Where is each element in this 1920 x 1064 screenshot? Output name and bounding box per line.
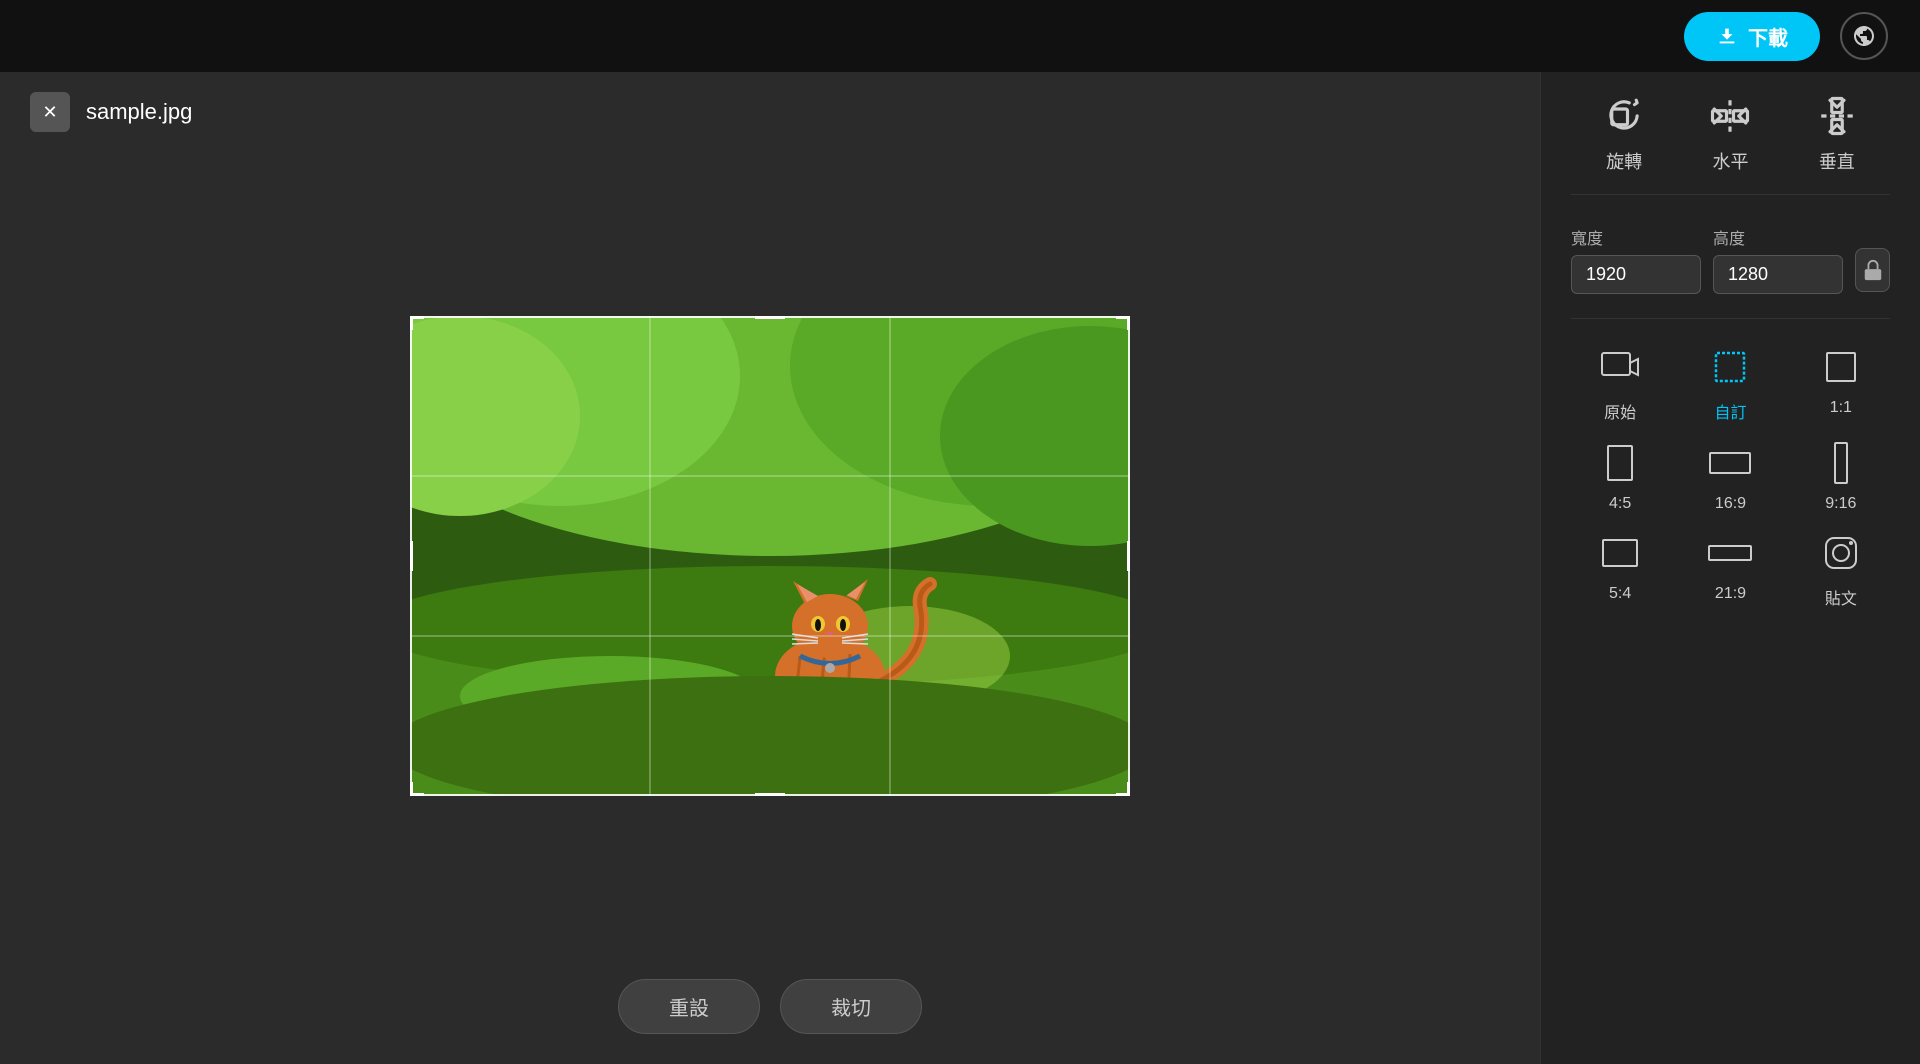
lock-icon [1862, 259, 1884, 281]
vertical-flip-tool[interactable]: 垂直 [1813, 92, 1861, 174]
ratio-16-9-icon [1706, 439, 1754, 487]
divider [1571, 318, 1890, 319]
ratio-5-4[interactable]: 5:4 [1571, 529, 1669, 609]
handle-bottom-mid[interactable] [755, 788, 785, 796]
rotate-icon [1600, 92, 1648, 140]
right-panel: 旋轉 水平 [1540, 72, 1920, 1064]
bottom-buttons: 重設 裁切 [30, 959, 1510, 1044]
globe-icon [1852, 24, 1876, 48]
lock-ratio-button[interactable] [1855, 248, 1890, 292]
handle-top-left[interactable] [410, 316, 424, 330]
download-icon [1716, 25, 1738, 47]
ratio-custom-icon [1706, 343, 1754, 391]
crop-button[interactable]: 裁切 [780, 979, 922, 1034]
ratio-21-9-icon [1706, 529, 1754, 577]
ratio-16-9[interactable]: 16:9 [1681, 439, 1779, 513]
left-panel: ✕ sample.jpg [0, 72, 1540, 1064]
image-scene [410, 316, 1130, 796]
language-button[interactable] [1840, 12, 1888, 60]
ratio-custom[interactable]: 自訂 [1681, 343, 1779, 423]
width-input[interactable] [1571, 255, 1701, 294]
dimensions-row: 寬度 高度 [1571, 225, 1890, 294]
ratio-original-icon [1596, 343, 1644, 391]
handle-bottom-right[interactable] [1116, 782, 1130, 796]
vertical-flip-icon [1813, 92, 1861, 140]
ratio-original[interactable]: 原始 [1571, 343, 1669, 423]
rotate-tool[interactable]: 旋轉 [1600, 92, 1648, 174]
ratio-9-16[interactable]: 9:16 [1792, 439, 1890, 513]
width-label: 寬度 [1571, 225, 1701, 249]
ratio-4-5-icon [1596, 439, 1644, 487]
crop-container[interactable] [410, 316, 1130, 796]
horizontal-flip-icon [1706, 92, 1754, 140]
horizontal-flip-tool[interactable]: 水平 [1706, 92, 1754, 174]
handle-top-mid[interactable] [755, 316, 785, 324]
filename-label: sample.jpg [86, 99, 192, 125]
ratio-4-5[interactable]: 4:5 [1571, 439, 1669, 513]
ratio-post-icon [1817, 529, 1865, 577]
file-header: ✕ sample.jpg [30, 92, 1510, 132]
reset-button[interactable]: 重設 [618, 979, 760, 1034]
height-label: 高度 [1713, 225, 1843, 249]
image-svg [410, 316, 1130, 796]
handle-top-right[interactable] [1116, 316, 1130, 330]
ratio-9-16-icon [1817, 439, 1865, 487]
handle-left-mid[interactable] [410, 541, 418, 571]
handle-bottom-left[interactable] [410, 782, 424, 796]
ratio-1-1[interactable]: 1:1 [1792, 343, 1890, 423]
ratio-1-1-icon [1817, 343, 1865, 391]
main-content: ✕ sample.jpg [0, 72, 1920, 1064]
crop-area [30, 152, 1510, 959]
height-input[interactable] [1713, 255, 1843, 294]
height-group: 高度 [1713, 225, 1843, 294]
handle-right-mid[interactable] [1122, 541, 1130, 571]
tools-row: 旋轉 水平 [1571, 92, 1890, 195]
ratio-post[interactable]: 貼文 [1792, 529, 1890, 609]
ratio-grid: 原始 自訂 1:1 [1571, 343, 1890, 609]
download-button[interactable]: 下載 [1684, 12, 1820, 61]
width-group: 寬度 [1571, 225, 1701, 294]
ratio-5-4-icon [1596, 529, 1644, 577]
close-button[interactable]: ✕ [30, 92, 70, 132]
topbar: 下載 [0, 0, 1920, 72]
ratio-21-9[interactable]: 21:9 [1681, 529, 1779, 609]
